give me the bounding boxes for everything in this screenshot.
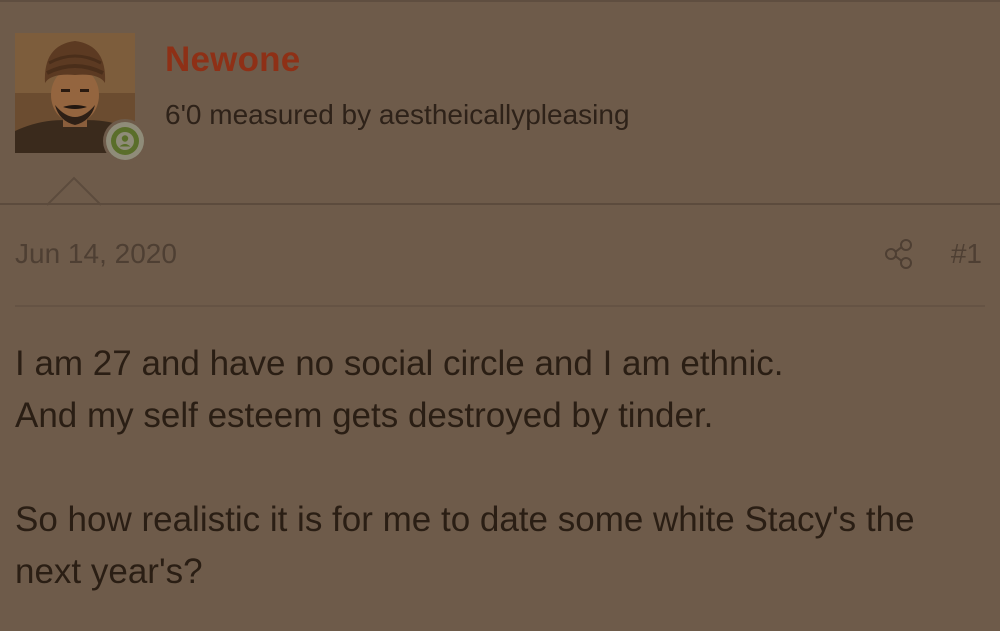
username-link[interactable]: Newone: [165, 40, 300, 80]
avatar[interactable]: [15, 33, 147, 163]
post-date[interactable]: Jun 14, 2020: [15, 238, 177, 270]
post-text-line: And my self esteem gets destroyed by tin…: [15, 396, 714, 435]
post-text-line: So how realistic it is for me to date so…: [15, 500, 915, 591]
user-title: 6'0 measured by aestheicallypleasing: [165, 99, 630, 130]
header-divider: [0, 203, 1000, 205]
post-meta: Jun 14, 2020 #1: [15, 232, 982, 280]
message-pointer: [47, 176, 101, 206]
user-icon: [111, 127, 139, 155]
post-text-line: I am 27 and have no social circle and I …: [15, 344, 784, 383]
meta-divider: [15, 305, 985, 307]
share-icon[interactable]: [882, 236, 916, 272]
online-status-badge: [103, 119, 147, 163]
post-body: I am 27 and have no social circle and I …: [15, 338, 990, 598]
post-author-header: Newone 6'0 measured by aestheicallypleas…: [0, 0, 1000, 206]
post-number-link[interactable]: #1: [951, 238, 982, 270]
